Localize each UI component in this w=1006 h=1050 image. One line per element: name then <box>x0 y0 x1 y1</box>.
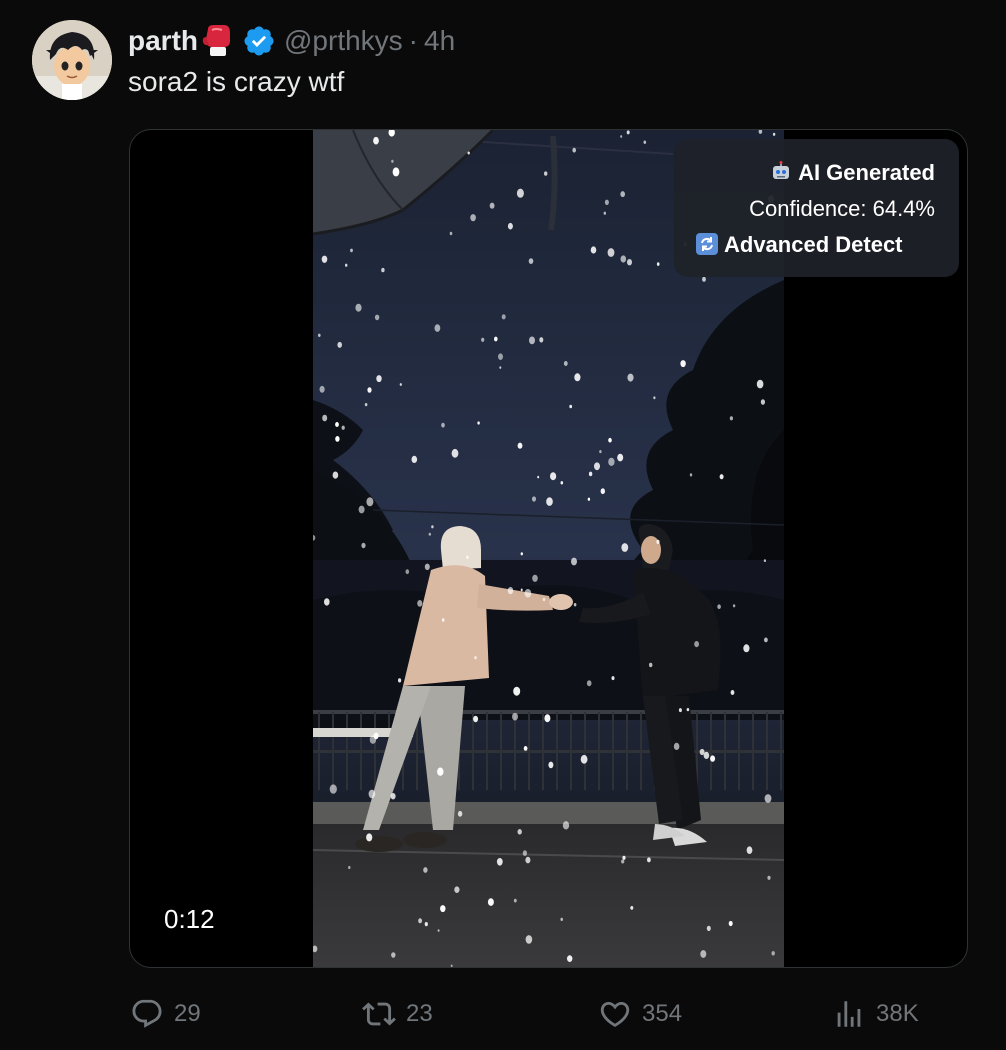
view-count: 38K <box>876 1000 919 1027</box>
display-name[interactable]: parth <box>128 25 198 57</box>
post-time[interactable]: 4h <box>424 25 455 57</box>
boxing-glove-icon <box>202 25 232 57</box>
repost-icon <box>362 1002 396 1026</box>
separator-dot: · <box>408 25 418 56</box>
avatar-image <box>32 20 112 100</box>
reply-count: 29 <box>174 1000 201 1027</box>
like-count: 354 <box>642 1000 683 1027</box>
verified-badge-icon[interactable] <box>242 24 276 58</box>
video-player[interactable]: 0:12 AI Generated Confidence: 64.4% Adva… <box>129 129 968 968</box>
advanced-detect-button[interactable]: Advanced Detect <box>694 227 935 263</box>
video-duration: 0:12 <box>164 904 215 934</box>
views-button[interactable]: 38K <box>832 990 919 1038</box>
user-handle[interactable]: @prthkys <box>284 25 403 57</box>
post-text: sora2 is crazy wtf <box>128 66 345 97</box>
repost-count: 23 <box>406 1000 433 1027</box>
analytics-icon <box>837 1001 861 1027</box>
avatar[interactable] <box>32 20 112 100</box>
ai-generated-label: AI Generated <box>798 160 935 185</box>
like-button[interactable]: 354 <box>598 990 682 1038</box>
advanced-detect-label: Advanced Detect <box>724 232 903 257</box>
post-header: parth @prthkys · 4h <box>128 22 455 60</box>
post-card[interactable]: parth @prthkys · 4h sora2 is crazy wtf 0… <box>0 0 1006 1050</box>
reply-icon <box>132 999 162 1028</box>
action-bar: 29 23 354 38K <box>0 990 1006 1038</box>
ai-detection-badge[interactable]: AI Generated Confidence: 64.4% Advanced … <box>674 139 959 277</box>
reply-button[interactable]: 29 <box>130 990 201 1038</box>
refresh-icon <box>696 230 718 255</box>
heart-icon <box>600 1001 630 1027</box>
repost-button[interactable]: 23 <box>362 990 433 1038</box>
robot-icon <box>770 158 792 180</box>
confidence-text: Confidence: 64.4% <box>749 196 935 221</box>
ai-label-row: AI Generated <box>694 155 935 191</box>
